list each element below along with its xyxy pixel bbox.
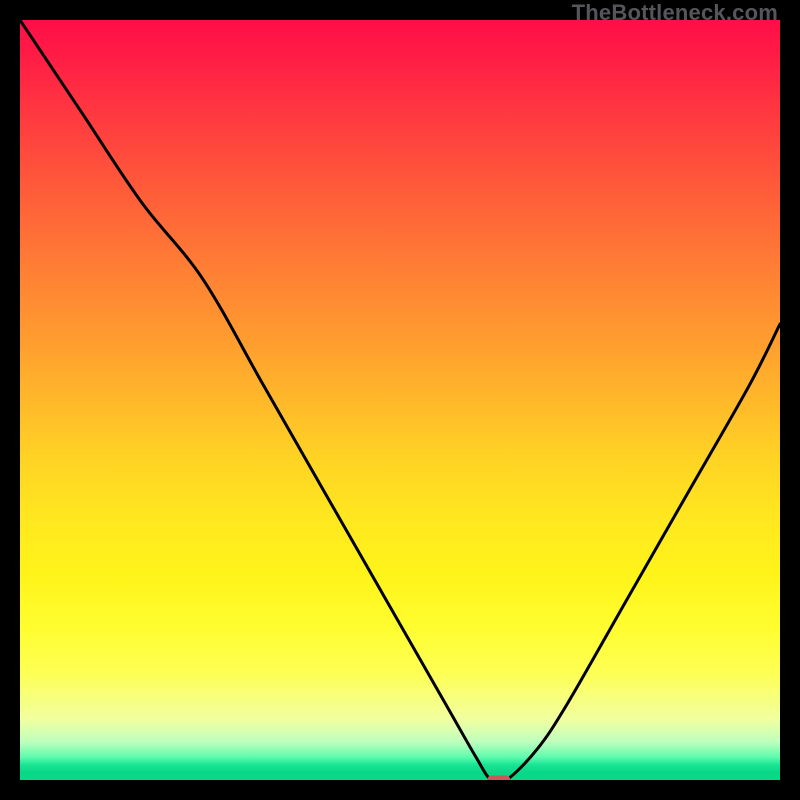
minimum-marker: [487, 775, 510, 780]
bottleneck-curve: [20, 20, 780, 780]
plot-area: [20, 20, 780, 780]
chart-frame: TheBottleneck.com: [0, 0, 800, 800]
